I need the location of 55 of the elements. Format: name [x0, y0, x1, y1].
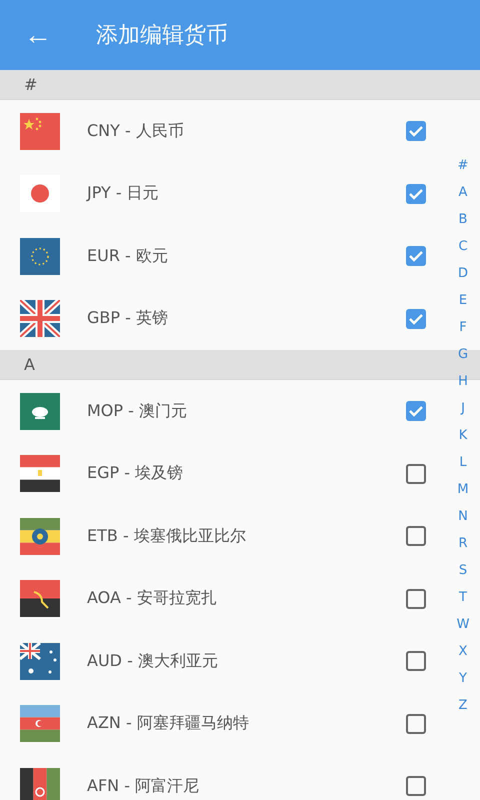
flag-icon [20, 392, 60, 430]
index-letter[interactable]: B [458, 206, 468, 233]
index-letter[interactable]: E [458, 287, 468, 314]
currency-name: AZN - 阿塞拜疆马纳特 [87, 713, 250, 734]
currency-name: EGP - 埃及镑 [87, 463, 184, 484]
index-letter[interactable]: M [457, 476, 469, 503]
checkbox[interactable] [406, 526, 426, 546]
checkbox[interactable] [406, 121, 426, 142]
index-letter[interactable]: W [456, 611, 470, 638]
index-letter[interactable]: X [458, 638, 468, 665]
checkbox[interactable] [406, 651, 426, 672]
back-button[interactable]: ← [22, 19, 54, 51]
flag-icon [20, 300, 60, 338]
index-letter[interactable]: G [458, 341, 468, 368]
flag-icon [20, 518, 60, 555]
checkbox[interactable] [406, 401, 426, 422]
flag-icon [20, 580, 60, 618]
index-letter[interactable]: K [458, 422, 468, 449]
checkbox[interactable] [406, 184, 426, 204]
index-letter[interactable]: L [459, 449, 467, 476]
currency-name: EUR - 欧元 [87, 246, 169, 267]
flag-icon [20, 705, 60, 742]
checkbox[interactable] [406, 776, 426, 796]
flag-icon [20, 455, 60, 492]
flag-icon [20, 112, 60, 150]
currency-name: AUD - 澳大利亚元 [87, 650, 219, 672]
index-letter[interactable]: F [459, 314, 467, 341]
checkbox[interactable] [406, 714, 426, 734]
currency-name: MOP - 澳门元 [87, 400, 188, 422]
flag-icon [20, 238, 60, 275]
index-letter[interactable]: A [458, 179, 468, 206]
index-letter[interactable]: H [458, 368, 468, 395]
flag-icon [20, 642, 60, 680]
checkbox[interactable] [406, 588, 426, 609]
index-letter[interactable]: S [458, 557, 468, 584]
currency-name: AFN - 阿富汗尼 [87, 776, 200, 797]
index-letter[interactable]: C [458, 233, 468, 260]
checkbox[interactable] [406, 246, 426, 266]
index-letter[interactable]: # [458, 152, 468, 179]
index-letter[interactable]: R [458, 530, 468, 557]
index-letter[interactable]: N [458, 503, 468, 530]
index-letter[interactable]: Z [458, 692, 468, 719]
checkbox[interactable] [406, 464, 426, 484]
currency-name: GBP - 英镑 [87, 308, 169, 330]
currency-name: AOA - 安哥拉宽扎 [87, 588, 218, 610]
page-title: 添加编辑货币 [96, 22, 228, 50]
currency-name: CNY - 人民币 [87, 120, 185, 142]
index-letter[interactable]: D [458, 260, 468, 287]
currency-name: ETB - 埃塞俄比亚比尔 [87, 526, 247, 547]
currency-name: JPY - 日元 [87, 183, 160, 204]
index-letter[interactable]: T [459, 584, 467, 611]
section-header: # [0, 70, 480, 100]
index-letter[interactable]: J [461, 395, 465, 422]
checkbox[interactable] [406, 308, 426, 329]
index-letter[interactable]: Y [459, 665, 467, 692]
